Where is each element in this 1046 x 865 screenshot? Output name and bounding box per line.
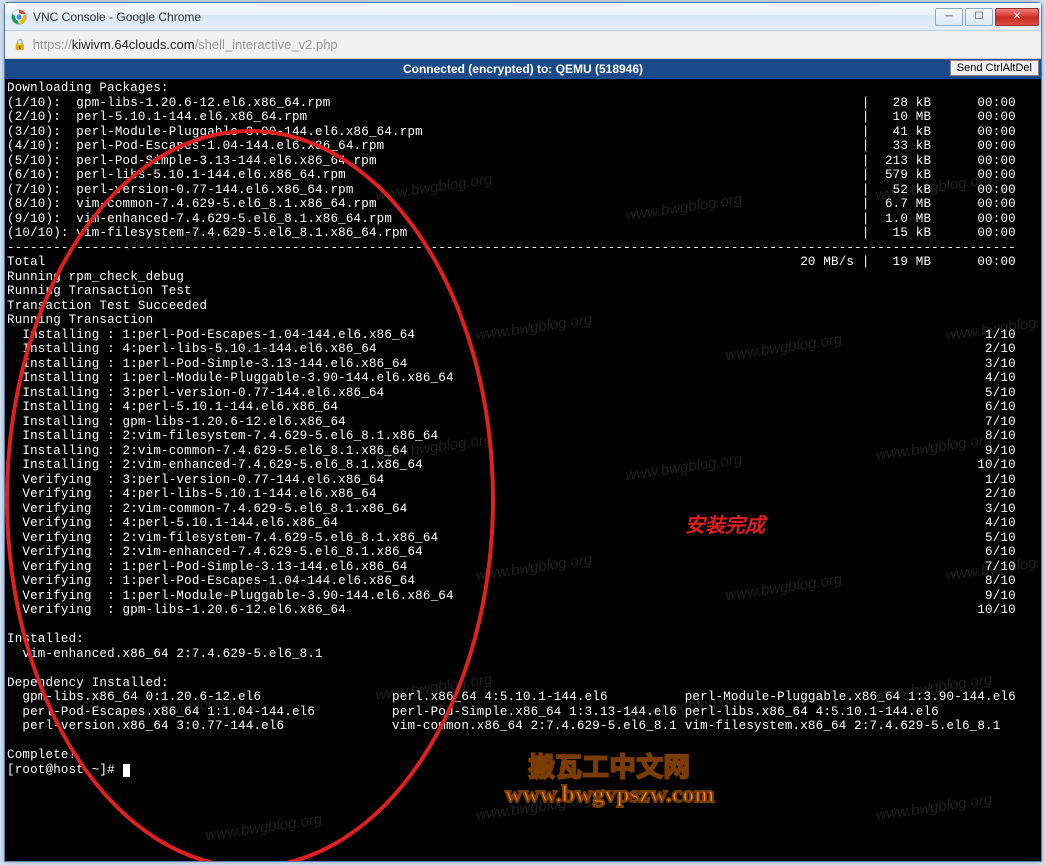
titlebar[interactable]: VNC Console - Google Chrome ─ ☐ ✕ [5, 3, 1041, 31]
browser-window: VNC Console - Google Chrome ─ ☐ ✕ 🔒 http… [4, 2, 1042, 862]
lock-icon: 🔒 [13, 38, 27, 51]
vnc-status-bar: Connected (encrypted) to: QEMU (518946) … [5, 59, 1041, 79]
address-bar[interactable]: 🔒 https://kiwivm.64clouds.com/shell_inte… [5, 31, 1041, 59]
minimize-button[interactable]: ─ [935, 8, 963, 26]
bg-watermark: www.bwgblog.org [204, 811, 323, 844]
window-title: VNC Console - Google Chrome [33, 10, 933, 24]
page-content: Connected (encrypted) to: QEMU (518946) … [5, 59, 1041, 861]
url-text: https://kiwivm.64clouds.com/shell_intera… [33, 37, 338, 52]
bg-watermark: www.bwgblog.org [474, 791, 593, 824]
bg-watermark: www.bwgblog.org [874, 791, 993, 824]
brand-url-text: www.bwgvpszw.com [505, 782, 714, 809]
annotation-text: 安装完成 [685, 509, 765, 538]
maximize-button[interactable]: ☐ [965, 8, 993, 26]
chrome-icon [11, 9, 27, 25]
send-ctrlaltdel-button[interactable]: Send CtrlAltDel [950, 60, 1039, 76]
terminal-cursor [123, 764, 130, 777]
vnc-status-text: Connected (encrypted) to: QEMU (518946) [403, 62, 643, 76]
close-button[interactable]: ✕ [995, 8, 1039, 26]
window-controls: ─ ☐ ✕ [933, 8, 1039, 26]
terminal-output[interactable]: Downloading Packages: (1/10): gpm-libs-1… [5, 79, 1041, 779]
